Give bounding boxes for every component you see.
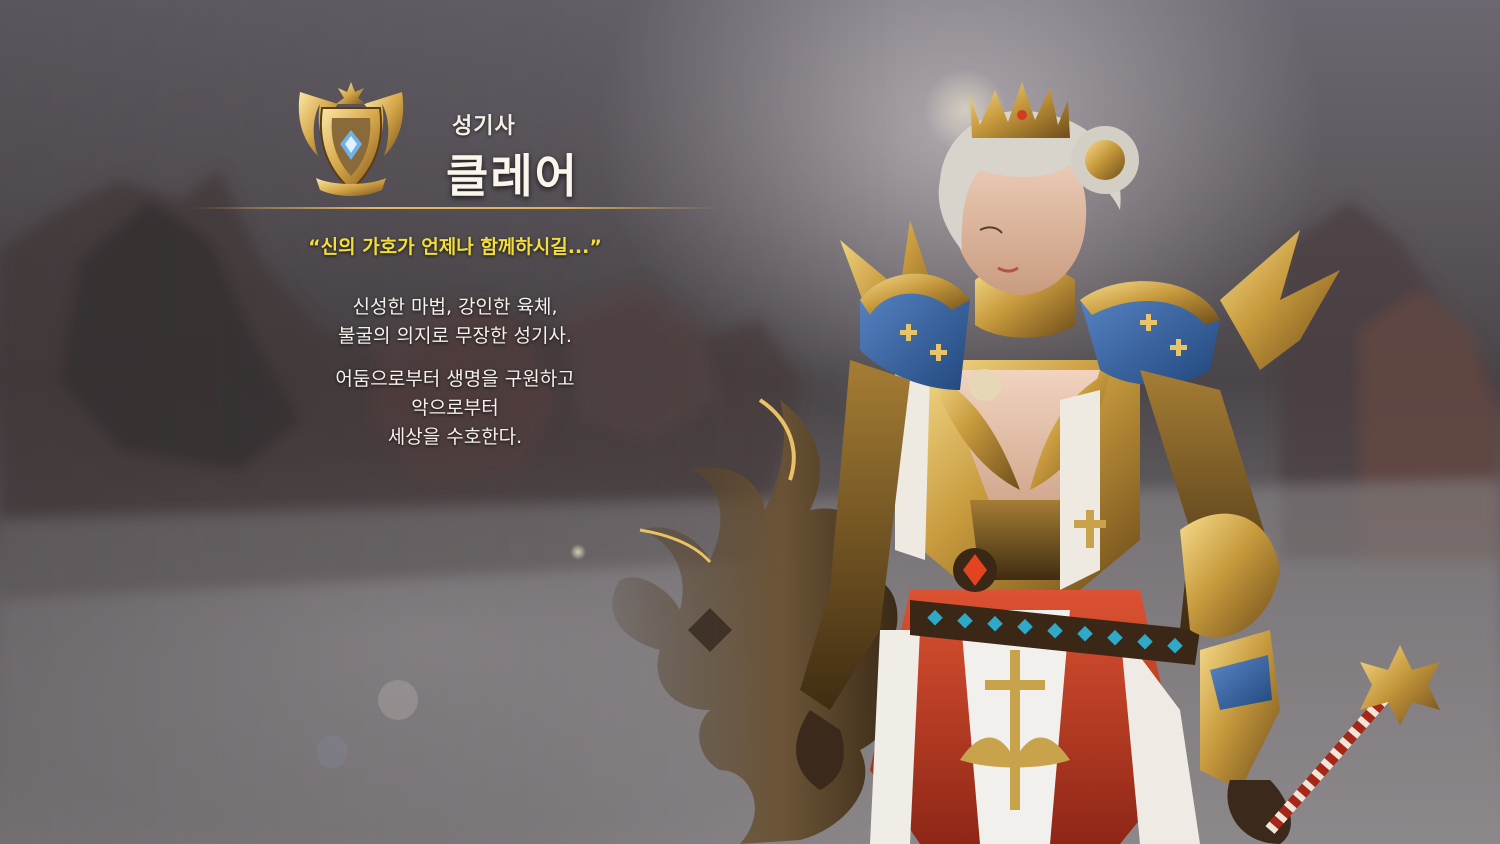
description-line: 어둠으로부터 생명을 구원하고: [335, 368, 575, 390]
character-quote: “신의 가호가 언제나 함께하시길...”: [308, 236, 602, 258]
character-intro-screen: 성기사 클레어 “신의 가호가 언제나 함께하시길...” 신성한 마법, 강인…: [0, 0, 1500, 844]
character-name-title: 클레어: [446, 149, 579, 203]
gold-divider-line: [190, 207, 720, 209]
description-paragraph-2: 어둠으로부터 생명을 구원하고 악으로부터 세상을 수호한다.: [230, 365, 680, 452]
description-line: 세상을 수호한다.: [387, 426, 523, 448]
description-line: 불굴의 의지로 무장한 성기사.: [338, 325, 572, 347]
description-line: 악으로부터: [411, 397, 499, 419]
character-description: “신의 가호가 언제나 함께하시길...” 신성한 마법, 강인한 육체, 불굴…: [230, 228, 680, 452]
description-paragraph-1: 신성한 마법, 강인한 육체, 불굴의 의지로 무장한 성기사.: [230, 293, 680, 351]
class-name-label: 성기사: [452, 114, 516, 139]
winged-gold-crest-icon: [298, 82, 404, 196]
description-line: 신성한 마법, 강인한 육체,: [352, 296, 558, 318]
paladin-character-art: [612, 82, 1440, 844]
